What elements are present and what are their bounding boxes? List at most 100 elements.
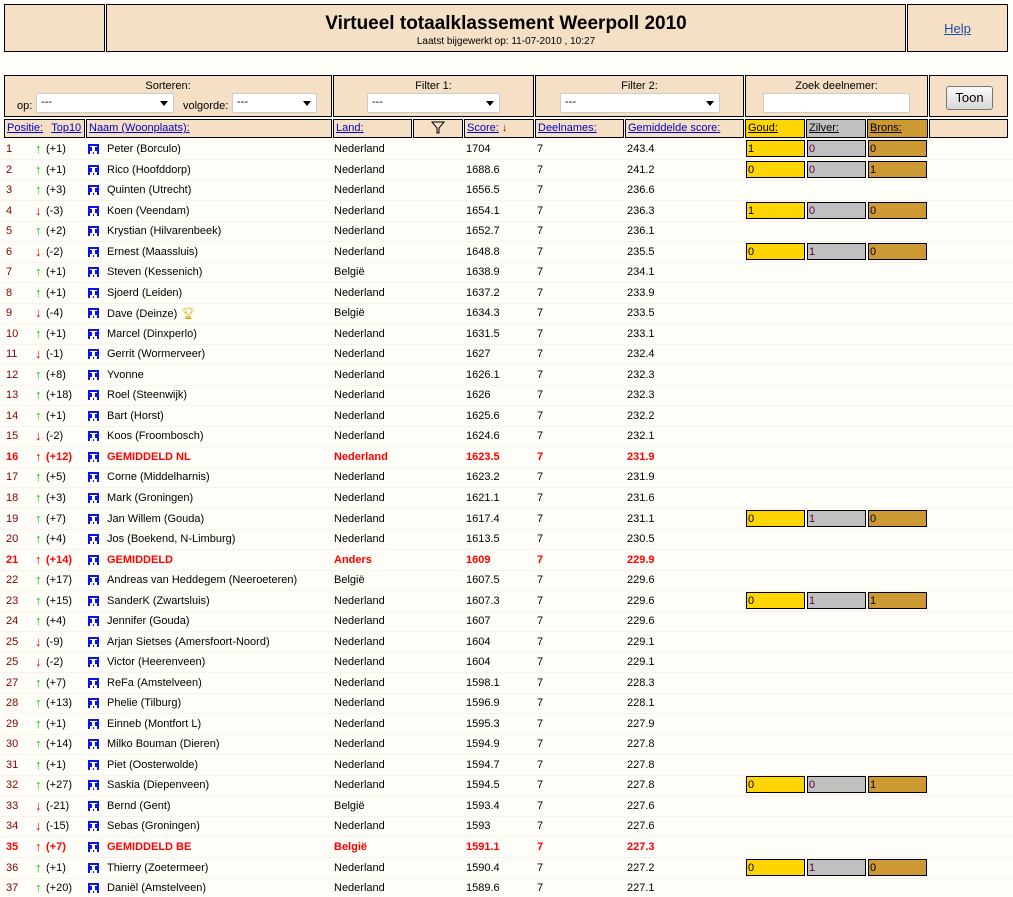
profile-icon[interactable] bbox=[88, 410, 99, 421]
profile-icon[interactable] bbox=[88, 616, 99, 627]
sort-zilver-link[interactable]: Zilver: bbox=[809, 122, 839, 134]
profile-icon[interactable] bbox=[88, 164, 99, 175]
participant-name[interactable]: Krystian (Hilvarenbeek) bbox=[107, 225, 221, 237]
participant-name[interactable]: Gerrit (Wormerveer) bbox=[107, 348, 205, 360]
participant-name[interactable]: Saskia (Diepenveen) bbox=[107, 779, 209, 791]
sort-score-link[interactable]: Score: bbox=[467, 122, 499, 134]
filter-icon[interactable] bbox=[430, 121, 446, 134]
participant-name[interactable]: Steven (Kessenich) bbox=[107, 266, 202, 278]
participant-name[interactable]: Piet (Oosterwolde) bbox=[107, 759, 198, 771]
help-link[interactable]: Help bbox=[908, 21, 1007, 36]
participant-name[interactable]: Peter (Borculo) bbox=[107, 143, 181, 155]
profile-icon[interactable] bbox=[88, 657, 99, 668]
profile-icon[interactable] bbox=[88, 287, 99, 298]
participant-name[interactable]: Marcel (Dinxperlo) bbox=[107, 328, 197, 340]
profile-icon[interactable] bbox=[88, 390, 99, 401]
participant-name[interactable]: Victor (Heerenveen) bbox=[107, 656, 205, 668]
silver-count: 0 bbox=[807, 160, 866, 178]
participant-name[interactable]: Jennifer (Gouda) bbox=[107, 615, 190, 627]
sort-deelnames-link[interactable]: Deelnames: bbox=[538, 122, 597, 134]
sort-top10-link[interactable]: Top10 bbox=[51, 122, 81, 134]
profile-icon[interactable] bbox=[88, 800, 99, 811]
sort-order-select[interactable]: --- bbox=[232, 93, 317, 113]
position: 9 bbox=[6, 307, 13, 320]
participant-name[interactable]: Andreas van Heddegem (Neeroeteren) bbox=[107, 574, 297, 586]
profile-icon[interactable] bbox=[88, 534, 99, 545]
profile-icon[interactable] bbox=[88, 493, 99, 503]
participant-name[interactable]: Milko Bouman (Dieren) bbox=[107, 738, 219, 750]
profile-icon[interactable] bbox=[88, 554, 99, 565]
filter1-select[interactable]: --- bbox=[367, 93, 500, 113]
participant-name[interactable]: Quinten (Utrecht) bbox=[107, 184, 191, 196]
profile-icon[interactable] bbox=[88, 349, 99, 360]
profile-icon[interactable] bbox=[88, 267, 99, 278]
participant-name[interactable]: GEMIDDELD BE bbox=[107, 841, 191, 853]
participant-name[interactable]: Koen (Veendam) bbox=[107, 205, 190, 217]
sort-positie-link[interactable]: Positie: bbox=[7, 122, 43, 134]
profile-icon[interactable] bbox=[88, 698, 99, 709]
profile-icon[interactable] bbox=[88, 739, 99, 750]
profile-icon[interactable] bbox=[88, 595, 99, 606]
profile-icon[interactable] bbox=[88, 246, 99, 257]
participant-name[interactable]: Jan Willem (Gouda) bbox=[107, 513, 204, 525]
toon-button[interactable]: Toon bbox=[946, 86, 993, 110]
profile-icon[interactable] bbox=[88, 842, 99, 853]
participant-name[interactable]: Rico (Hoofddorp) bbox=[107, 164, 191, 176]
participant-name[interactable]: Thierry (Zoetermeer) bbox=[107, 862, 208, 874]
country: Nederland bbox=[334, 184, 385, 197]
filter2-select[interactable]: --- bbox=[560, 93, 720, 113]
participant-name[interactable]: Phelie (Tilburg) bbox=[107, 697, 181, 709]
position: 19 bbox=[6, 512, 19, 525]
participant-name[interactable]: Sjoerd (Leiden) bbox=[107, 287, 182, 299]
profile-icon[interactable] bbox=[88, 780, 99, 791]
profile-icon[interactable] bbox=[88, 575, 99, 586]
profile-icon[interactable] bbox=[88, 472, 99, 483]
profile-icon[interactable] bbox=[88, 821, 99, 832]
profile-icon[interactable] bbox=[88, 883, 99, 894]
profile-icon[interactable] bbox=[88, 205, 99, 216]
participant-name[interactable]: Daniël (Amstelveen) bbox=[107, 882, 206, 894]
sort-naam-link[interactable]: Naam (Woonplaats): bbox=[89, 122, 190, 134]
profile-icon[interactable] bbox=[88, 308, 99, 319]
participant-name[interactable]: Arjan Sietses (Amersfoort-Noord) bbox=[107, 636, 270, 648]
deelnames: 7 bbox=[537, 512, 544, 525]
sort-goud-link[interactable]: Goud: bbox=[748, 122, 778, 134]
profile-icon[interactable] bbox=[88, 677, 99, 688]
participant-name[interactable]: Koos (Froombosch) bbox=[107, 430, 204, 442]
participant-name[interactable]: Roel (Steenwijk) bbox=[107, 389, 187, 401]
participant-name[interactable]: ReFa (Amstelveen) bbox=[107, 677, 202, 689]
sort-gemiddelde-link[interactable]: Gemiddelde score: bbox=[628, 122, 720, 134]
participant-name[interactable]: Corne (Middelharnis) bbox=[107, 471, 210, 483]
country: Nederland bbox=[334, 389, 385, 402]
participant-name[interactable]: Einneb (Montfort L) bbox=[107, 718, 201, 730]
participant-name[interactable]: Sebas (Groningen) bbox=[107, 820, 200, 832]
profile-icon[interactable] bbox=[88, 144, 99, 154]
score: 1626 bbox=[466, 389, 491, 402]
profile-icon[interactable] bbox=[88, 451, 99, 462]
participant-name[interactable]: Bernd (Gent) bbox=[107, 800, 171, 812]
sort-op-select[interactable]: --- bbox=[36, 93, 174, 113]
profile-icon[interactable] bbox=[88, 185, 99, 196]
participant-name[interactable]: Yvonne bbox=[107, 369, 144, 381]
profile-icon[interactable] bbox=[88, 513, 99, 524]
profile-icon[interactable] bbox=[88, 759, 99, 770]
sort-brons-link[interactable]: Brons: bbox=[870, 122, 902, 134]
profile-icon[interactable] bbox=[88, 431, 99, 442]
participant-name[interactable]: Ernest (Maassluis) bbox=[107, 246, 198, 258]
participant-name[interactable]: GEMIDDELD bbox=[107, 554, 173, 566]
profile-icon[interactable] bbox=[88, 226, 99, 237]
participant-name[interactable]: Bart (Horst) bbox=[107, 410, 164, 422]
search-input[interactable] bbox=[763, 93, 910, 113]
profile-icon[interactable] bbox=[88, 369, 99, 380]
profile-icon[interactable] bbox=[88, 636, 99, 647]
participant-name[interactable]: GEMIDDELD NL bbox=[107, 451, 191, 463]
participant-name[interactable]: SanderK (Zwartsluis) bbox=[107, 595, 210, 607]
profile-icon[interactable] bbox=[88, 862, 99, 873]
country: Nederland bbox=[334, 512, 385, 525]
profile-icon[interactable] bbox=[88, 328, 99, 339]
profile-icon[interactable] bbox=[88, 718, 99, 729]
participant-name[interactable]: Jos (Boekend, N-Limburg) bbox=[107, 533, 235, 545]
participant-name[interactable]: Dave (Deinze) bbox=[107, 308, 177, 320]
participant-name[interactable]: Mark (Groningen) bbox=[107, 492, 193, 504]
sort-land-link[interactable]: Land: bbox=[336, 122, 364, 134]
